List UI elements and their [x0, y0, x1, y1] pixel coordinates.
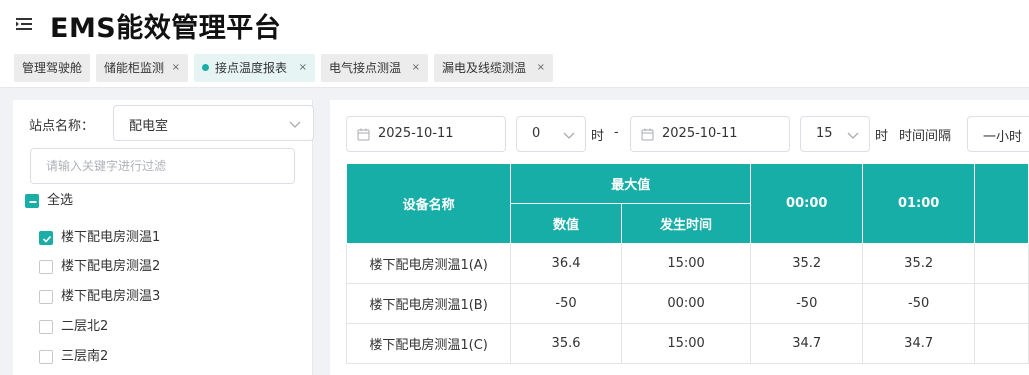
- tree-item[interactable]: 楼下配电房测温1: [39, 228, 209, 248]
- cell-device: 楼下配电房测温1(C): [345, 323, 512, 364]
- cell-overflow: [974, 243, 1029, 284]
- cell-device: 楼下配电房测温1(B): [345, 283, 512, 324]
- chevron-down-icon: [563, 129, 575, 144]
- close-icon[interactable]: ×: [172, 54, 180, 82]
- hour-unit-label: 时: [875, 129, 889, 144]
- tree-item[interactable]: 三层南2: [39, 347, 209, 367]
- interval-label: 时间间隔: [899, 129, 952, 144]
- col-hour-0100: 01:00: [862, 163, 976, 244]
- col-hour-0000: 00:00: [750, 163, 864, 244]
- tree-item-label: 楼下配电房测温3: [61, 289, 161, 304]
- close-icon[interactable]: ×: [412, 54, 420, 82]
- col-device-name: 设备名称: [345, 163, 512, 244]
- close-icon[interactable]: ×: [537, 54, 545, 82]
- cell-max-time: 15:00: [620, 243, 752, 284]
- table-row: 楼下配电房测温1(B) -50 00:00 -50 -50: [345, 283, 1029, 324]
- active-dot-icon: [202, 64, 209, 71]
- start-date-value: 2025-10-11: [378, 126, 454, 141]
- tree-item[interactable]: 二层北2: [39, 317, 209, 337]
- checkbox-icon: [39, 320, 53, 334]
- app-header: EMS能效管理平台: [0, 0, 1029, 50]
- filter-input[interactable]: [30, 148, 295, 184]
- tab-label: 管理驾驶舱: [22, 61, 83, 75]
- device-tree-panel: 站点名称： 配电室 全选 楼下配电房测温1 楼下配电房测温2 楼下配电房测温3 …: [13, 100, 314, 375]
- station-select-value: 配电室: [129, 119, 169, 134]
- cell-max-value: 36.4: [510, 243, 622, 284]
- cell-max-value: -50: [510, 283, 622, 324]
- tree-item-label: 三层南2: [61, 349, 109, 364]
- end-date-value: 2025-10-11: [662, 126, 738, 141]
- cell-max-value: 35.6: [510, 323, 622, 364]
- report-panel: 2025-10-11 0 时 - 2025-10-11 15 时 时间间隔 一小…: [330, 100, 1029, 375]
- checked-checkbox-icon: [39, 231, 53, 245]
- range-separator: -: [614, 125, 619, 140]
- indeterminate-checkbox-icon: [25, 194, 39, 208]
- end-hour-value: 15: [816, 126, 833, 141]
- col-max-time: 发生时间: [620, 203, 752, 244]
- checkbox-icon: [39, 260, 53, 274]
- cell-max-time: 00:00: [620, 283, 752, 324]
- tab-label: 储能柜监测: [104, 61, 165, 75]
- tab-leakage-cable-temp[interactable]: 漏电及线缆测温 ×: [434, 54, 553, 82]
- select-all-label: 全选: [47, 193, 74, 208]
- tab-contact-temp-report[interactable]: 接点温度报表 ×: [194, 54, 315, 82]
- end-date-picker[interactable]: 2025-10-11: [630, 116, 790, 152]
- tab-label: 接点温度报表: [215, 61, 288, 75]
- tab-label: 漏电及线缆测温: [442, 61, 527, 75]
- tree-item[interactable]: 楼下配电房测温2: [39, 257, 209, 277]
- cell-device: 楼下配电房测温1(A): [345, 243, 512, 284]
- hour-unit-label: 时: [591, 129, 605, 144]
- end-hour-select[interactable]: 15: [800, 116, 870, 152]
- select-all-checkbox[interactable]: 全选: [25, 191, 145, 211]
- start-hour-select[interactable]: 0: [516, 116, 586, 152]
- report-grid: 设备名称 最大值 00:00 01:00 数值 发生时间 楼下配电房测温1(A)…: [345, 163, 1029, 364]
- cell-max-time: 15:00: [620, 323, 752, 364]
- tree-item-label: 二层北2: [61, 319, 109, 334]
- tab-storage-cabinet[interactable]: 储能柜监测 ×: [96, 54, 188, 82]
- tab-electrical-contact-temp[interactable]: 电气接点测温 ×: [321, 54, 428, 82]
- app-title: EMS能效管理平台: [50, 13, 282, 44]
- tab-cockpit[interactable]: 管理驾驶舱: [14, 54, 90, 82]
- cell-hour-value: 34.7: [750, 323, 864, 364]
- checkbox-icon: [39, 350, 53, 364]
- chevron-down-icon: [289, 118, 301, 133]
- calendar-icon: [357, 128, 370, 145]
- cell-overflow: [974, 323, 1029, 364]
- cell-hour-value: 35.2: [750, 243, 864, 284]
- cell-hour-value: -50: [750, 283, 864, 324]
- tree-item-label: 楼下配电房测温2: [61, 259, 161, 274]
- interval-value: 一小时: [983, 130, 1023, 145]
- chevron-down-icon: [847, 129, 859, 144]
- checkbox-icon: [39, 290, 53, 304]
- station-label: 站点名称：: [29, 119, 95, 134]
- tab-label: 电气接点测温: [329, 61, 402, 75]
- start-hour-value: 0: [532, 126, 541, 141]
- table-row: 楼下配电房测温1(C) 35.6 15:00 34.7 34.7: [345, 323, 1029, 364]
- cell-hour-value: 34.7: [862, 323, 976, 364]
- table-row: 楼下配电房测温1(A) 36.4 15:00 35.2 35.2: [345, 243, 1029, 284]
- tree-item-label: 楼下配电房测温1: [61, 230, 161, 245]
- col-group-max: 最大值: [510, 163, 752, 204]
- cell-hour-value: -50: [862, 283, 976, 324]
- tree-item[interactable]: 楼下配电房测温3: [39, 287, 209, 307]
- col-overflow: [974, 163, 1029, 244]
- calendar-icon: [641, 128, 654, 145]
- cell-overflow: [974, 283, 1029, 324]
- close-icon[interactable]: ×: [299, 54, 307, 82]
- menu-fold-icon[interactable]: [16, 17, 32, 31]
- station-select[interactable]: 配电室: [113, 105, 314, 141]
- start-date-picker[interactable]: 2025-10-11: [346, 116, 506, 152]
- cell-hour-value: 35.2: [862, 243, 976, 284]
- col-max-value: 数值: [510, 203, 622, 244]
- tab-bar: 管理驾驶舱 储能柜监测 × 接点温度报表 × 电气接点测温 × 漏电及线缆测温 …: [0, 50, 1029, 88]
- interval-select[interactable]: 一小时: [967, 116, 1029, 152]
- report-table: 设备名称 最大值 00:00 01:00 数值 发生时间 楼下配电房测温1(A)…: [345, 163, 1029, 364]
